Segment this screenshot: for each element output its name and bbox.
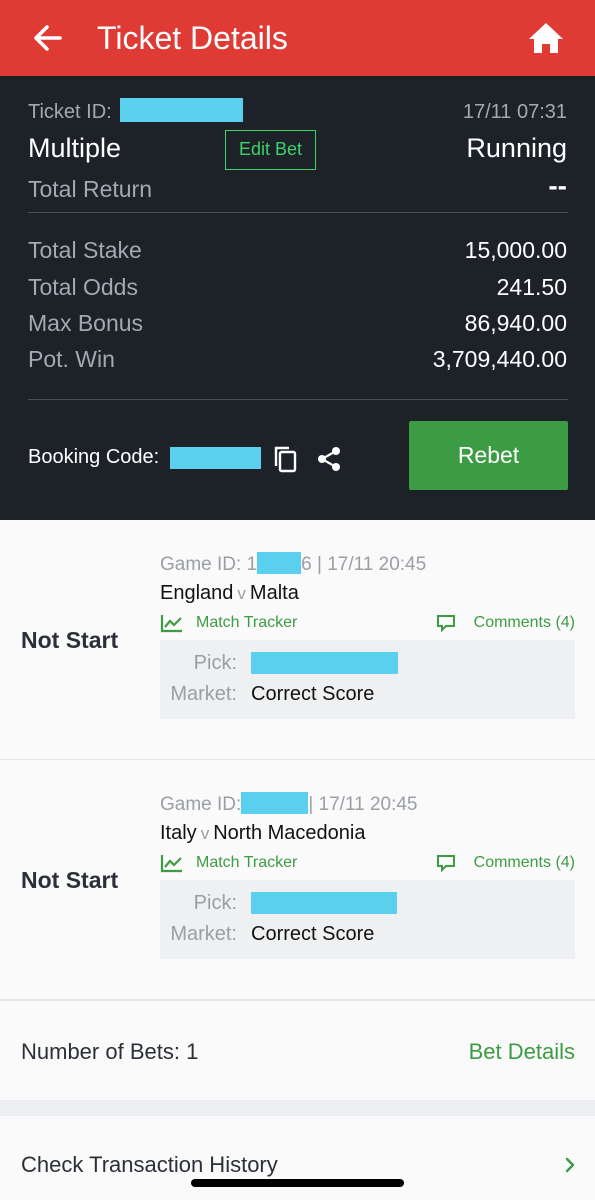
page-title: Ticket Details: [97, 20, 288, 56]
line-chart-icon: [160, 855, 182, 873]
comment-icon: [436, 615, 455, 633]
match-name: Italy v North Macedonia: [160, 822, 366, 845]
arrow-left-icon[interactable]: [28, 18, 68, 58]
copy-icon[interactable]: [272, 444, 298, 474]
comments-label: Comments (4): [473, 614, 575, 631]
home-team: England: [160, 582, 234, 604]
pick-redacted: [251, 652, 398, 674]
total-stake-value: 15,000.00: [464, 237, 567, 263]
game-id-label: Game ID:: [160, 794, 242, 815]
line-chart-icon: [160, 615, 182, 633]
max-bonus-value: 86,940.00: [464, 310, 567, 336]
ticket-status: Running: [466, 133, 567, 163]
bets-count-row: Number of Bets: 1 Bet Details: [0, 1000, 595, 1100]
home-team: Italy: [160, 822, 197, 844]
pick-label: Pick:: [193, 892, 237, 914]
bet-state: Not Start: [21, 626, 119, 653]
game-id-redacted: [257, 552, 302, 574]
total-odds-label: Total Odds: [28, 274, 138, 300]
market-label: Market:: [170, 683, 237, 705]
away-team: North Macedonia: [213, 822, 366, 844]
ticket-summary: Ticket ID: 17/11 07:31 Multiple Edit Bet…: [0, 76, 595, 520]
comment-icon: [436, 855, 455, 873]
match-tracker-label: Match Tracker: [196, 614, 298, 631]
ticket-datetime: 17/11 07:31: [462, 101, 567, 123]
bet-state: Not Start: [21, 866, 119, 893]
comments-link[interactable]: Comments (4): [436, 853, 575, 873]
pick-details: Pick: Market: Correct Score: [160, 640, 575, 719]
total-odds-value: 241.50: [496, 274, 567, 300]
edit-bet-button[interactable]: Edit Bet: [225, 130, 316, 170]
versus-label: v: [237, 584, 246, 603]
transaction-history-label: Check Transaction History: [21, 1152, 278, 1177]
ticket-id-redacted: [120, 98, 243, 122]
game-id-line: Game ID: | 17/11 20:45: [160, 792, 418, 816]
section-gap: [0, 1100, 595, 1116]
versus-label: v: [200, 824, 210, 843]
total-return-value: --: [548, 170, 567, 201]
match-tracker-link[interactable]: Match Tracker: [160, 853, 297, 873]
total-return-label: Total Return: [28, 176, 153, 202]
comments-label: Comments (4): [473, 854, 575, 871]
bet-selection: Not Start Game ID: | 17/11 20:45 Italy v No…: [0, 760, 595, 1000]
max-bonus-label: Max Bonus: [28, 310, 144, 336]
market-value: Correct Score: [251, 683, 375, 705]
transaction-history-row[interactable]: Check Transaction History: [0, 1116, 595, 1200]
chevron-right-icon: [565, 1157, 575, 1173]
booking-code-label: Booking Code:: [28, 446, 160, 468]
home-indicator[interactable]: [191, 1179, 404, 1187]
number-of-bets: Number of Bets: 1: [21, 1039, 199, 1064]
bet-type: Multiple: [28, 133, 122, 163]
rebet-button[interactable]: Rebet: [409, 421, 568, 490]
game-id-label: Game ID: 1: [160, 554, 258, 575]
bet-details-link[interactable]: Bet Details: [469, 1039, 575, 1065]
ticket-id-label: Ticket ID:: [28, 101, 112, 123]
booking-code-redacted: [170, 447, 261, 469]
game-id-suffix: | 17/11 20:45: [308, 794, 418, 815]
pick-redacted: [251, 892, 397, 914]
total-stake-label: Total Stake: [28, 237, 142, 263]
pot-win-value: 3,709,440.00: [432, 346, 567, 372]
market-label: Market:: [170, 923, 237, 945]
divider: [28, 399, 568, 400]
match-tracker-label: Match Tracker: [196, 854, 298, 871]
app-header: Ticket Details: [0, 0, 595, 76]
match-name: England v Malta: [160, 582, 299, 605]
away-team: Malta: [249, 582, 299, 604]
home-icon[interactable]: [526, 18, 566, 58]
bet-selection: Not Start Game ID: 1 6 | 17/11 20:45 Engl…: [0, 520, 595, 760]
comments-link[interactable]: Comments (4): [436, 613, 575, 633]
pick-label: Pick:: [193, 652, 237, 674]
share-icon[interactable]: [316, 445, 342, 473]
pot-win-label: Pot. Win: [28, 346, 115, 372]
game-id-redacted: [241, 792, 309, 814]
pick-details: Pick: Market: Correct Score: [160, 880, 575, 959]
game-id-line: Game ID: 1 6 | 17/11 20:45: [160, 552, 426, 576]
divider: [28, 212, 568, 213]
game-id-suffix: 6 | 17/11 20:45: [301, 554, 427, 575]
market-value: Correct Score: [251, 923, 375, 945]
match-tracker-link[interactable]: Match Tracker: [160, 613, 297, 633]
